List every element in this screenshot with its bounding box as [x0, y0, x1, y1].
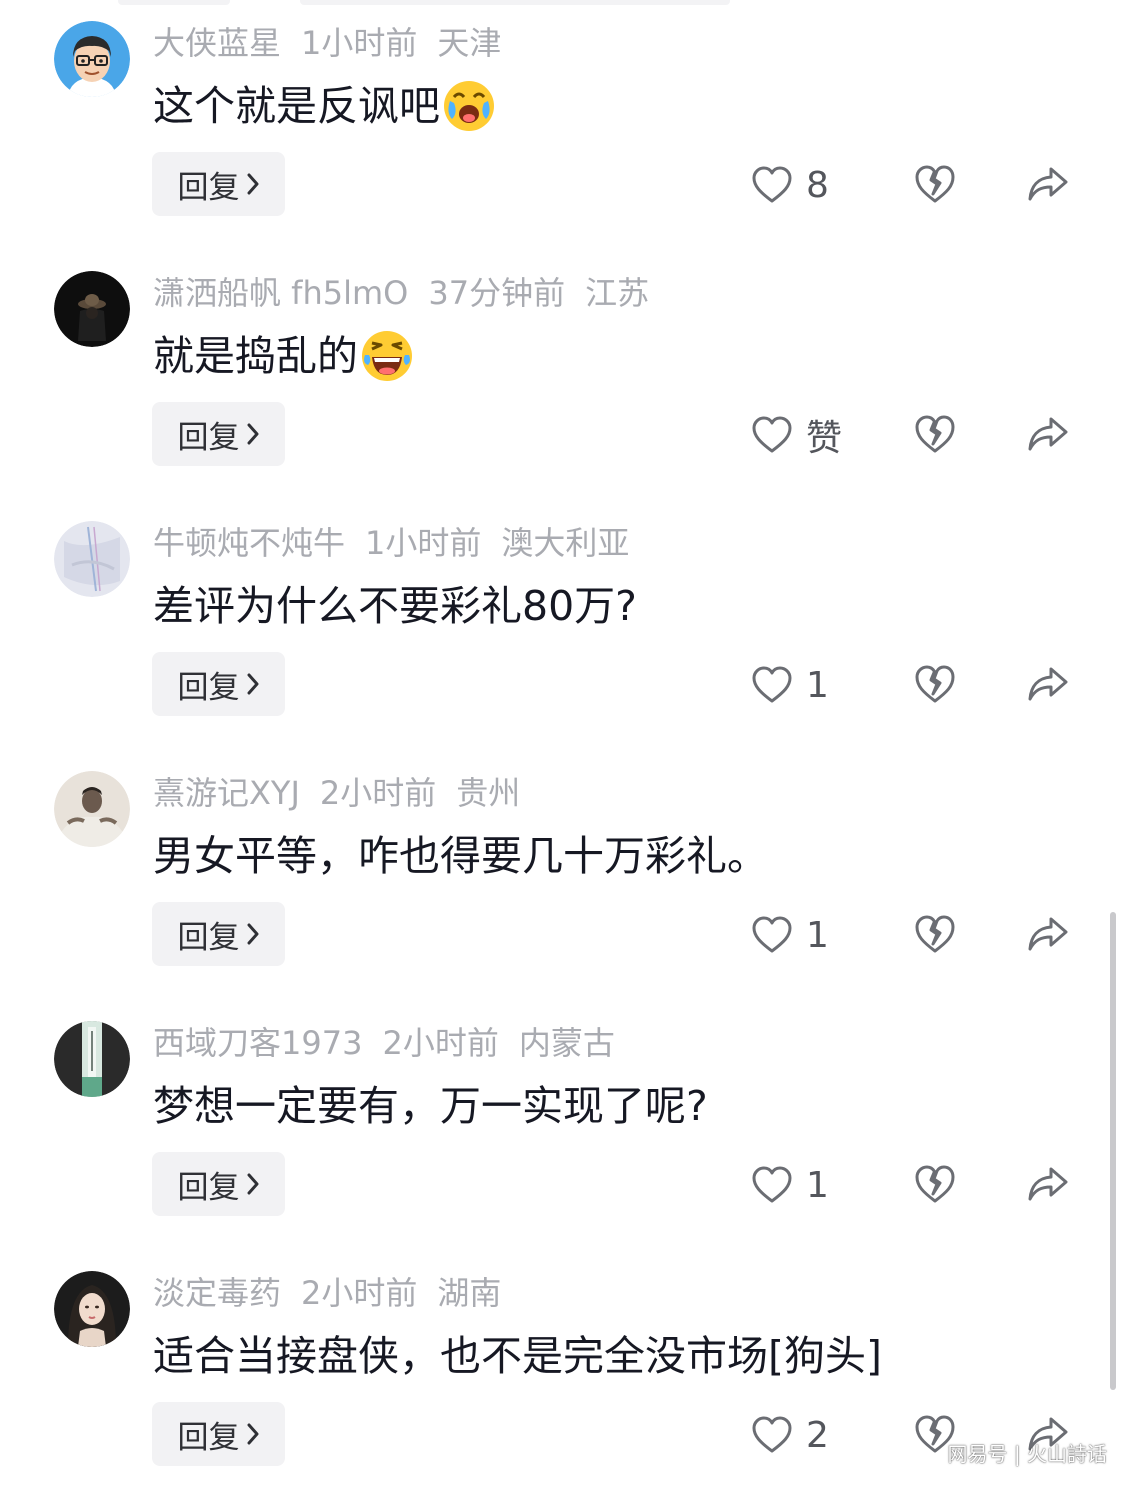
avatar[interactable] — [54, 521, 130, 597]
broken-heart-icon[interactable] — [914, 164, 956, 204]
avatar[interactable] — [54, 1271, 130, 1347]
comment-text: 就是捣乱的 — [153, 326, 414, 386]
reply-button[interactable]: 回复 — [152, 152, 285, 216]
reply-button-label: 回复 — [177, 919, 240, 956]
comment-meta: 大侠蓝星 1小时前 天津 — [153, 20, 521, 66]
comment-text-content: 这个就是反讽吧 — [153, 82, 440, 130]
reply-button[interactable]: 回复 — [152, 652, 285, 716]
comment-meta: 牛顿炖不炖牛 1小时前 澳大利亚 — [153, 520, 649, 566]
heart-icon — [752, 416, 792, 453]
like-button[interactable]: 8 — [752, 162, 829, 208]
crying-laughing-emoji-icon — [442, 79, 496, 133]
chevron-right-icon — [247, 673, 258, 695]
broken-heart-icon[interactable] — [914, 414, 956, 454]
heart-icon — [752, 1416, 792, 1453]
username[interactable]: 大侠蓝星 — [153, 24, 281, 62]
scrollbar[interactable] — [1110, 912, 1116, 1390]
comment-item: 大侠蓝星 1小时前 天津 这个就是反讽吧 回复 8 — [0, 0, 1125, 250]
like-button[interactable]: 赞 — [752, 412, 843, 459]
comment-text-content: 适合当接盘侠，也不是完全没市场[狗头] — [153, 1332, 882, 1380]
share-icon[interactable] — [1027, 164, 1069, 204]
comment-text: 男女平等，咋也得要几十万彩礼。 — [153, 826, 768, 886]
like-count: 1 — [806, 1164, 829, 1206]
reply-button[interactable]: 回复 — [152, 1152, 285, 1216]
comment-text: 适合当接盘侠，也不是完全没市场[狗头] — [153, 1326, 882, 1386]
like-button[interactable]: 1 — [752, 1162, 829, 1208]
comment-location: 湖南 — [437, 1274, 502, 1312]
reply-button[interactable]: 回复 — [152, 902, 285, 966]
username[interactable]: 淡定毒药 — [153, 1274, 281, 1312]
comment-location: 天津 — [437, 24, 502, 62]
comment-text: 这个就是反讽吧 — [153, 76, 496, 136]
reply-button-label: 回复 — [177, 419, 240, 456]
username[interactable]: 潇洒船帆 fh5lmO — [153, 274, 408, 312]
comment-text-content: 梦想一定要有，万一实现了呢? — [153, 1082, 708, 1130]
share-icon[interactable] — [1027, 414, 1069, 454]
chevron-right-icon — [247, 1173, 258, 1195]
share-icon[interactable] — [1027, 1164, 1069, 1204]
comment-location: 澳大利亚 — [501, 524, 630, 562]
like-count: 2 — [806, 1414, 829, 1456]
laughing-tears-emoji-icon — [360, 329, 414, 383]
chevron-right-icon — [247, 173, 258, 195]
comment-text: 梦想一定要有，万一实现了呢? — [153, 1076, 708, 1136]
comment-time: 2小时前 — [301, 1274, 418, 1312]
like-button[interactable]: 1 — [752, 662, 829, 708]
comment-meta: 熹游记XYJ 2小时前 贵州 — [153, 770, 540, 816]
comment-location: 内蒙古 — [518, 1024, 615, 1062]
share-icon[interactable] — [1027, 914, 1069, 954]
avatar[interactable] — [54, 21, 130, 97]
heart-icon — [752, 166, 792, 203]
watermark: 网易号 | 火山詩话 — [947, 1442, 1107, 1466]
comment-time: 37分钟前 — [428, 274, 566, 312]
comment-text-content: 就是捣乱的 — [153, 332, 358, 380]
comment-location: 贵州 — [456, 774, 521, 812]
like-button[interactable]: 1 — [752, 912, 829, 958]
comment-time: 2小时前 — [319, 774, 437, 812]
chevron-right-icon — [247, 423, 258, 445]
comment-text: 差评为什么不要彩礼80万? — [153, 576, 637, 636]
chevron-right-icon — [247, 923, 258, 945]
like-count: 赞 — [806, 418, 843, 459]
share-icon[interactable] — [1027, 664, 1069, 704]
comment-time: 1小时前 — [365, 524, 482, 562]
avatar[interactable] — [54, 271, 130, 347]
broken-heart-icon[interactable] — [914, 914, 956, 954]
avatar[interactable] — [54, 771, 130, 847]
username[interactable]: 牛顿炖不炖牛 — [153, 524, 345, 562]
comment-text-content: 差评为什么不要彩礼80万? — [153, 582, 637, 630]
reply-button[interactable]: 回复 — [152, 1402, 285, 1466]
like-count: 1 — [806, 914, 829, 956]
comment-item: 牛顿炖不炖牛 1小时前 澳大利亚 差评为什么不要彩礼80万? 回复 1 — [0, 500, 1125, 750]
comment-meta: 淡定毒药 2小时前 湖南 — [153, 1270, 521, 1316]
reply-button-label: 回复 — [177, 669, 240, 706]
reply-button-label: 回复 — [177, 169, 240, 206]
comment-item: 熹游记XYJ 2小时前 贵州 男女平等，咋也得要几十万彩礼。 回复 1 — [0, 750, 1125, 1000]
comment-time: 1小时前 — [301, 24, 418, 62]
broken-heart-icon[interactable] — [914, 664, 956, 704]
comment-item: 潇洒船帆 fh5lmO 37分钟前 江苏 就是捣乱的 回复 赞 — [0, 250, 1125, 500]
like-count: 8 — [806, 164, 829, 206]
username[interactable]: 熹游记XYJ — [153, 774, 300, 812]
heart-icon — [752, 1166, 792, 1203]
comment-location: 江苏 — [585, 274, 650, 312]
like-count: 1 — [806, 664, 829, 706]
comment-time: 2小时前 — [382, 1024, 499, 1062]
reply-button-label: 回复 — [177, 1419, 240, 1456]
heart-icon — [752, 666, 792, 703]
comment-text-content: 男女平等，咋也得要几十万彩礼。 — [153, 832, 768, 880]
username[interactable]: 西域刀客1973 — [153, 1024, 362, 1062]
like-button[interactable]: 2 — [752, 1412, 829, 1458]
comment-item: 西域刀客1973 2小时前 内蒙古 梦想一定要有，万一实现了呢? 回复 1 — [0, 1000, 1125, 1250]
reply-button-label: 回复 — [177, 1169, 240, 1206]
broken-heart-icon[interactable] — [914, 1164, 956, 1204]
reply-button[interactable]: 回复 — [152, 402, 285, 466]
comment-meta: 西域刀客1973 2小时前 内蒙古 — [153, 1020, 635, 1066]
heart-icon — [752, 916, 792, 953]
comment-meta: 潇洒船帆 fh5lmO 37分钟前 江苏 — [153, 270, 669, 316]
chevron-right-icon — [247, 1423, 258, 1445]
avatar[interactable] — [54, 1021, 130, 1097]
